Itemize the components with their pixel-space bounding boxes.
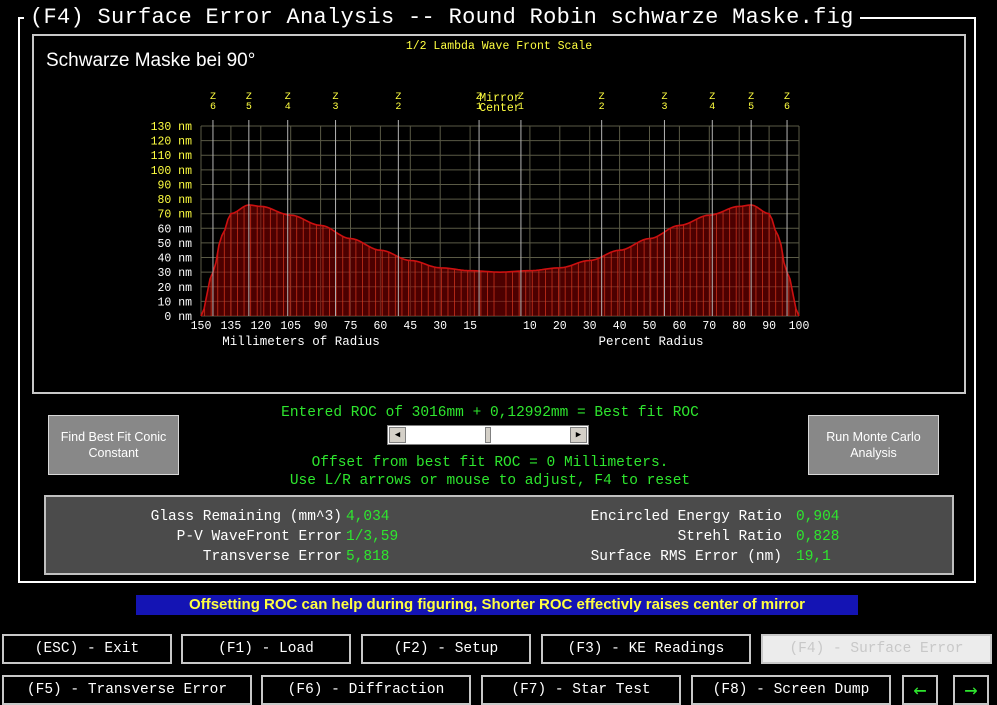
y-tick-label: 90 nm <box>157 179 192 192</box>
x-tick-label-right: 60 <box>672 320 686 333</box>
y-tick-label: 130 nm <box>151 121 193 134</box>
x-tick-label-right: 70 <box>702 320 716 333</box>
y-tick-label: 10 nm <box>157 296 192 309</box>
x-tick-label-right: 30 <box>583 320 597 333</box>
y-tick-label: 0 nm <box>164 311 192 324</box>
zone-label: 1 <box>518 102 524 113</box>
roc-offset-scrollbar[interactable]: ◀ ▶ <box>387 425 589 445</box>
left-arrow-icon[interactable]: ◀ <box>389 427 406 443</box>
x-tick-label-left: 45 <box>403 320 417 333</box>
zone-label: 2 <box>599 102 605 113</box>
tip-banner: Offsetting ROC can help during figuring,… <box>136 595 858 615</box>
x-tick-label-left: 15 <box>463 320 477 333</box>
encircled-energy-label: Encircled Energy Ratio <box>590 509 782 525</box>
x-tick-label-right: 40 <box>613 320 627 333</box>
x-label-left: Millimeters of Radius <box>222 335 380 349</box>
f4-surface-error-button[interactable]: (F4) - Surface Error <box>761 634 992 664</box>
previous-arrow-icon[interactable]: ← <box>902 675 938 705</box>
zone-label: 5 <box>246 102 252 113</box>
f2-setup-button[interactable]: (F2) - Setup <box>361 634 531 664</box>
rms-error-label: Surface RMS Error (nm) <box>590 549 782 565</box>
entered-roc-text: Entered ROC of 3016mm + 0,12992mm = Best… <box>281 405 699 421</box>
zone-label: 4 <box>285 102 291 113</box>
f3-ke-readings-button[interactable]: (F3) - KE Readings <box>541 634 751 664</box>
x-tick-label-left: 120 <box>250 320 271 333</box>
zone-label: 5 <box>748 102 754 113</box>
x-tick-label-right: 50 <box>643 320 657 333</box>
chart-heading: Schwarze Maske bei 90° <box>46 50 255 71</box>
pv-error-value: 1/3,59 <box>346 529 399 545</box>
chart-scale-label: 1/2 Lambda Wave Front Scale <box>406 40 592 53</box>
f6-diffraction-button[interactable]: (F6) - Diffraction <box>261 675 471 705</box>
y-tick-label: 60 nm <box>157 223 192 236</box>
zone-label: 4 <box>709 102 715 113</box>
surface-error-chart: Schwarze Maske bei 90° 1/2 Lambda Wave F… <box>46 40 810 349</box>
f1-load-button[interactable]: (F1) - Load <box>181 634 351 664</box>
y-tick-label: 20 nm <box>157 282 192 295</box>
scroll-thumb[interactable] <box>485 427 491 443</box>
y-tick-label: 40 nm <box>157 253 192 266</box>
zone-label: 6 <box>210 102 216 113</box>
zone-label: 3 <box>333 102 339 113</box>
y-tick-label: 110 nm <box>151 150 193 163</box>
pv-error-label: P-V WaveFront Error <box>176 529 342 545</box>
strehl-ratio-value: 0,828 <box>796 529 840 545</box>
glass-remaining-value: 4,034 <box>346 509 390 525</box>
transverse-error-label: Transverse Error <box>202 549 342 565</box>
y-tick-label: 100 nm <box>151 165 193 178</box>
x-tick-label-left: 60 <box>373 320 387 333</box>
glass-remaining-label: Glass Remaining (mm^3) <box>150 509 342 525</box>
x-tick-label-left: 135 <box>221 320 242 333</box>
zone-label: 6 <box>784 102 790 113</box>
encircled-energy-value: 0,904 <box>796 509 840 525</box>
y-tick-label: 70 nm <box>157 209 192 222</box>
x-tick-label-left: 75 <box>344 320 358 333</box>
error-area <box>201 204 799 316</box>
esc-exit-button[interactable]: (ESC) - Exit <box>2 634 172 664</box>
strehl-ratio-label: Strehl Ratio <box>677 529 782 545</box>
y-tick-label: 50 nm <box>157 238 192 251</box>
x-tick-label-right: 80 <box>732 320 746 333</box>
run-monte-carlo-button[interactable]: Run Monte Carlo Analysis <box>808 415 939 475</box>
x-label-right: Percent Radius <box>598 335 703 349</box>
rms-error-value: 19,1 <box>796 549 831 565</box>
y-tick-label: 80 nm <box>157 194 192 207</box>
find-best-fit-conic-button[interactable]: Find Best Fit Conic Constant <box>48 415 179 475</box>
stats-panel: Glass Remaining (mm^3) 4,034 P-V WaveFro… <box>44 495 954 575</box>
f7-star-test-button[interactable]: (F7) - Star Test <box>481 675 681 705</box>
zone-label: 1 <box>476 102 482 113</box>
x-tick-label-left: 90 <box>314 320 328 333</box>
x-tick-label-left: 105 <box>280 320 301 333</box>
window-title: (F4) Surface Error Analysis -- Round Rob… <box>24 4 860 32</box>
x-tick-label-left: 150 <box>191 320 212 333</box>
next-arrow-icon[interactable]: → <box>953 675 989 705</box>
x-tick-label-right: 20 <box>553 320 567 333</box>
f5-transverse-error-button[interactable]: (F5) - Transverse Error <box>2 675 252 705</box>
x-tick-label-right: 90 <box>762 320 776 333</box>
zone-label: 3 <box>661 102 667 113</box>
transverse-error-value: 5,818 <box>346 549 390 565</box>
x-tick-label-right: 100 <box>789 320 810 333</box>
x-tick-label-left: 30 <box>433 320 447 333</box>
right-arrow-icon[interactable]: ▶ <box>570 427 587 443</box>
y-tick-label: 120 nm <box>151 136 193 149</box>
hint-text: Use L/R arrows or mouse to adjust, F4 to… <box>289 473 691 489</box>
mirror-center-label-2: Center <box>479 102 520 115</box>
y-tick-label: 30 nm <box>157 267 192 280</box>
zone-label: 2 <box>395 102 401 113</box>
offset-text: Offset from best fit ROC = 0 Millimeters… <box>311 455 669 471</box>
chart-panel: Schwarze Maske bei 90° 1/2 Lambda Wave F… <box>32 34 966 394</box>
x-tick-label-right: 10 <box>523 320 537 333</box>
f8-screen-dump-button[interactable]: (F8) - Screen Dump <box>691 675 891 705</box>
